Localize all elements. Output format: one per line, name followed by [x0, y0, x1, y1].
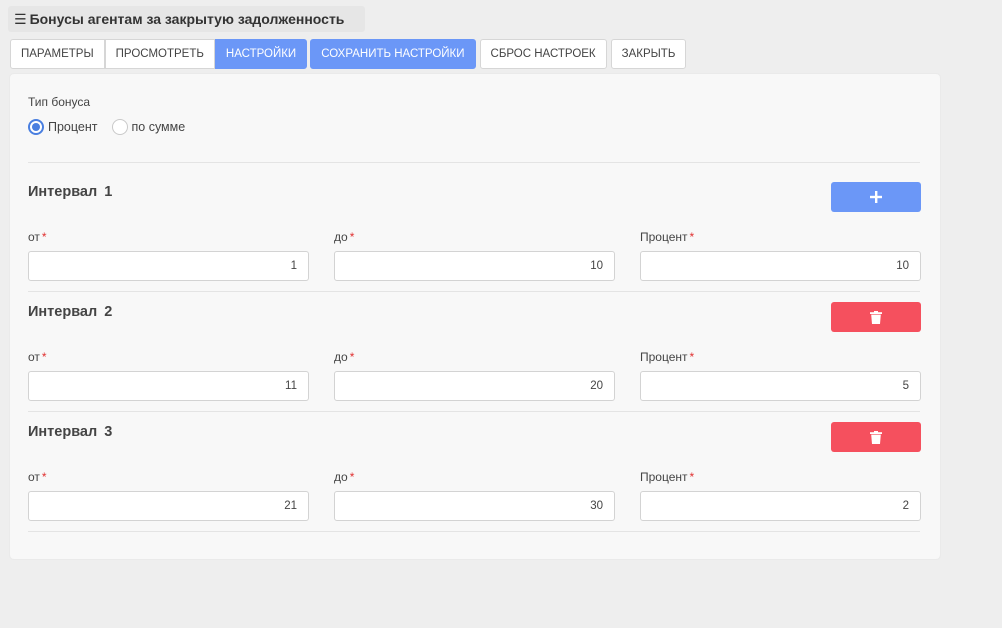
to-input[interactable] — [334, 251, 615, 281]
interval-2: Интервал 2 от * до * Процент * — [10, 302, 940, 424]
trash-icon — [870, 310, 882, 324]
percent-input[interactable] — [640, 251, 921, 281]
radio-by-sum[interactable]: по сумме — [111, 119, 186, 135]
from-input[interactable] — [28, 251, 309, 281]
to-label: до * — [334, 470, 355, 484]
toolbar-tabs: ПАРАМЕТРЫ ПРОСМОТРЕТЬ НАСТРОЙКИ СОХРАНИТ… — [10, 39, 687, 69]
interval-3: Интервал 3 от * до * Процент * — [10, 422, 940, 544]
percent-label: Процент * — [640, 470, 695, 484]
radio-percent-label: Процент — [48, 120, 98, 134]
trash-icon — [870, 430, 882, 444]
percent-input[interactable] — [640, 491, 921, 521]
delete-interval-button[interactable] — [831, 422, 921, 452]
window-title-bar: ☰ Бонусы агентам за закрытую задолженнос… — [8, 6, 365, 32]
to-input[interactable] — [334, 491, 615, 521]
divider — [28, 411, 920, 412]
radio-by-sum-label: по сумме — [131, 120, 186, 134]
tab-parameters[interactable]: ПАРАМЕТРЫ — [10, 39, 105, 69]
bonus-type-radio-group: Процент по сумме — [28, 119, 199, 135]
divider — [28, 162, 920, 163]
interval-title: Интервал 1 — [28, 184, 113, 200]
tab-settings[interactable]: НАСТРОЙКИ — [214, 39, 308, 69]
plus-icon — [870, 191, 882, 203]
divider — [28, 291, 920, 292]
interval-title: Интервал 2 — [28, 304, 113, 320]
settings-panel: Тип бонуса Процент по сумме Интервал 1 о… — [10, 74, 940, 559]
from-label: от * — [28, 470, 47, 484]
percent-label: Процент * — [640, 230, 695, 244]
delete-interval-button[interactable] — [831, 302, 921, 332]
from-input[interactable] — [28, 491, 309, 521]
radio-unchecked-icon — [111, 119, 128, 135]
tab-view[interactable]: ПРОСМОТРЕТЬ — [104, 39, 215, 69]
to-label: до * — [334, 350, 355, 364]
bonus-type-label: Тип бонуса — [28, 95, 91, 109]
from-label: от * — [28, 350, 47, 364]
window-title: Бонусы агентам за закрытую задолженность — [29, 11, 345, 27]
hamburger-icon[interactable]: ☰ — [14, 11, 27, 28]
percent-input[interactable] — [640, 371, 921, 401]
from-label: от * — [28, 230, 47, 244]
interval-1: Интервал 1 от * до * Процент * — [10, 182, 940, 304]
radio-percent[interactable]: Процент — [28, 119, 98, 135]
from-input[interactable] — [28, 371, 309, 401]
percent-label: Процент * — [640, 350, 695, 364]
reset-settings-button[interactable]: СБРОС НАСТРОЕК — [479, 39, 607, 69]
add-interval-button[interactable] — [831, 182, 921, 212]
divider — [28, 531, 920, 532]
save-settings-button[interactable]: СОХРАНИТЬ НАСТРОЙКИ — [310, 39, 476, 69]
to-label: до * — [334, 230, 355, 244]
close-button[interactable]: ЗАКРЫТЬ — [610, 39, 687, 69]
radio-checked-icon — [28, 119, 44, 135]
interval-title: Интервал 3 — [28, 424, 113, 440]
to-input[interactable] — [334, 371, 615, 401]
